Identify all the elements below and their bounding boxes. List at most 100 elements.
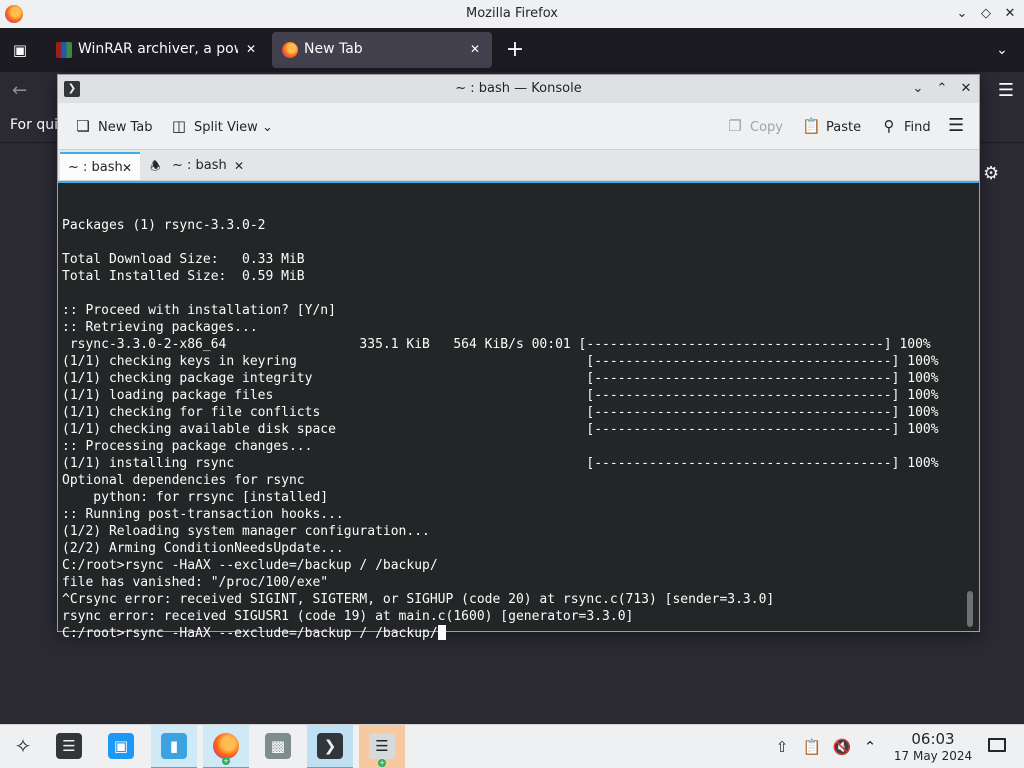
terminal-line: :: Running post-transaction hooks...	[62, 507, 344, 522]
prompt-command: C:/root>rsync -HaAX --exclude=/backup / …	[62, 626, 438, 641]
terminal-view[interactable]: Packages (1) rsync-3.3.0-2 Total Download…	[58, 181, 979, 641]
maximize-icon[interactable]: ◇	[976, 4, 996, 24]
tab-label: WinRAR archiver, a powerful tool	[78, 41, 238, 57]
copy-icon: ❐	[728, 117, 742, 135]
taskbar-firefox[interactable]: +	[203, 725, 249, 768]
new-tab-button[interactable]: ❏ New Tab	[74, 116, 153, 136]
bell-icon: 🕭	[150, 159, 161, 173]
show-desktop-icon[interactable]	[988, 738, 1006, 752]
settings-sliders-icon: ☰	[56, 733, 82, 759]
konsole-tab-1[interactable]: ~ : bash ✕	[60, 152, 140, 180]
terminal-line: ^Crsync error: received SIGINT, SIGTERM,…	[62, 592, 775, 607]
new-tab-icon: ❏	[76, 117, 90, 135]
firefox-icon	[282, 42, 298, 58]
terminal-line: (1/1) checking for file conflicts [-----…	[62, 405, 939, 420]
tab-label: New Tab	[304, 41, 363, 57]
terminal-line: (2/2) Arming ConditionNeedsUpdate...	[62, 541, 344, 556]
tab-new-tab[interactable]: New Tab ✕	[272, 32, 492, 68]
close-tab-icon[interactable]: ✕	[122, 154, 132, 182]
tab-winrar[interactable]: WinRAR archiver, a powerful tool ✕	[46, 32, 268, 68]
terminal-line: Optional dependencies for rsync	[62, 473, 305, 488]
chevron-up-icon[interactable]: ⌃	[860, 737, 880, 757]
update-notifier-icon[interactable]: ⇧	[772, 737, 792, 757]
copy-button[interactable]: ❐ Copy	[726, 116, 783, 136]
konsole-titlebar: ❯ ~ : bash — Konsole ⌄ ⌃ ✕	[58, 75, 979, 103]
close-tab-icon[interactable]: ✕	[234, 152, 244, 180]
folder-icon: ▮	[161, 733, 187, 759]
terminal-line: :: Proceed with installation? [Y/n]	[62, 303, 336, 318]
new-tab-label: New Tab	[98, 120, 153, 135]
copy-label: Copy	[750, 120, 783, 135]
firefox-tab-bar: ▣ WinRAR archiver, a powerful tool ✕ New…	[0, 28, 1024, 72]
terminal-line: (1/1) checking available disk space [---…	[62, 422, 939, 437]
taskbar-konsole[interactable]: ❯	[307, 725, 353, 768]
paste-icon: 📋	[802, 117, 821, 135]
terminal-line: (1/1) loading package files [-----------…	[62, 388, 939, 403]
taskbar-dolphin[interactable]: ▮	[151, 725, 197, 768]
terminal-cursor	[437, 625, 446, 640]
terminal-scrollbar[interactable]	[967, 591, 973, 627]
new-badge-icon: +	[222, 757, 230, 765]
clock-date: 17 May 2024	[893, 749, 973, 763]
terminal-output: Packages (1) rsync-3.3.0-2 Total Download…	[62, 200, 962, 642]
taskbar-archive-manager[interactable]: ☰ +	[359, 725, 405, 768]
find-button[interactable]: ⚲ Find	[880, 116, 931, 136]
terminal-line: (1/2) Reloading system manager configura…	[62, 524, 430, 539]
split-view-icon: ◫	[171, 117, 187, 135]
minimize-icon[interactable]: ⌄	[952, 4, 972, 24]
chevron-down-icon: ⌄	[261, 120, 273, 135]
taskbar: ✧ ☰ ▣ ▮ + ▩ ❯ ☰ + ⇧ 📋 🔇 ⌃ 06:03 17 May 2…	[0, 724, 1024, 768]
terminal-icon: ❯	[317, 733, 343, 759]
back-arrow-icon[interactable]: ←	[12, 80, 27, 101]
page-hint-text: For qui	[10, 117, 58, 133]
chevron-down-icon[interactable]: ⌄	[990, 38, 1014, 62]
list-all-tabs-icon[interactable]: ▣	[8, 38, 32, 62]
terminal-line: Total Installed Size: 0.59 MiB	[62, 269, 305, 284]
terminal-prompt-line: C:/root>rsync -HaAX --exclude=/backup / …	[62, 625, 962, 642]
konsole-tab-2[interactable]: 🕭 ~ : bash ✕	[142, 152, 252, 180]
terminal-line: C:/root>rsync -HaAX --exclude=/backup / …	[62, 558, 438, 573]
tab-label: ~ : bash	[172, 158, 227, 173]
close-tab-icon[interactable]: ✕	[466, 40, 484, 58]
close-tab-icon[interactable]: ✕	[242, 40, 260, 58]
konsole-tab-bar: ~ : bash ✕ 🕭 ~ : bash ✕	[58, 149, 979, 181]
firefox-window-title: Mozilla Firefox	[466, 6, 558, 21]
taskbar-disk-utility[interactable]: ▩	[255, 725, 301, 768]
split-view-label: Split View	[194, 120, 258, 135]
volume-muted-icon[interactable]: 🔇	[832, 737, 852, 757]
konsole-window: ❯ ~ : bash — Konsole ⌄ ⌃ ✕ ❏ New Tab ◫ Spl…	[57, 74, 980, 641]
terminal-line: :: Processing package changes...	[62, 439, 313, 454]
taskbar-system-settings[interactable]: ☰	[46, 725, 92, 768]
terminal-line: file has vanished: "/proc/100/exe"	[62, 575, 329, 590]
minimize-icon[interactable]: ⌄	[908, 79, 928, 99]
firefox-titlebar: Mozilla Firefox ⌄ ◇ ✕	[0, 0, 1024, 28]
terminal-line: (1/1) checking keys in keyring [--------…	[62, 354, 939, 369]
close-icon[interactable]: ✕	[1000, 4, 1020, 24]
clipboard-icon[interactable]: 📋	[802, 737, 822, 757]
winrar-icon	[56, 42, 72, 58]
digital-clock[interactable]: 06:03 17 May 2024	[888, 730, 978, 764]
hamburger-menu-icon[interactable]: ☰	[998, 80, 1014, 101]
disk-drive-icon: ▩	[265, 733, 291, 759]
gear-icon[interactable]: ⚙	[983, 163, 999, 184]
search-icon: ⚲	[883, 117, 895, 135]
new-tab-button[interactable]: +	[502, 36, 528, 64]
archive-zip-icon: ☰	[369, 733, 395, 759]
terminal-line: (1/1) installing rsync [----------------…	[62, 456, 939, 471]
hamburger-menu-icon[interactable]: ☰	[948, 116, 964, 136]
application-launcher-button[interactable]: ✧	[0, 725, 46, 768]
terminal-line: :: Retrieving packages...	[62, 320, 258, 335]
maximize-icon[interactable]: ⌃	[932, 79, 952, 99]
terminal-line: Packages (1) rsync-3.3.0-2	[62, 218, 266, 233]
konsole-window-title: ~ : bash — Konsole	[455, 81, 582, 96]
konsole-toolbar: ❏ New Tab ◫ Split View ⌄ ❐ Copy 📋 Paste ⚲ Fin…	[58, 103, 979, 149]
find-label: Find	[904, 120, 931, 135]
terminal-line: (1/1) checking package integrity [------…	[62, 371, 939, 386]
paste-button[interactable]: 📋 Paste	[802, 116, 861, 136]
new-badge-icon: +	[378, 759, 386, 767]
launcher-icon: ✧	[14, 734, 32, 758]
split-view-button[interactable]: ◫ Split View ⌄	[170, 116, 273, 136]
taskbar-discover[interactable]: ▣	[98, 725, 144, 768]
close-icon[interactable]: ✕	[956, 79, 976, 99]
